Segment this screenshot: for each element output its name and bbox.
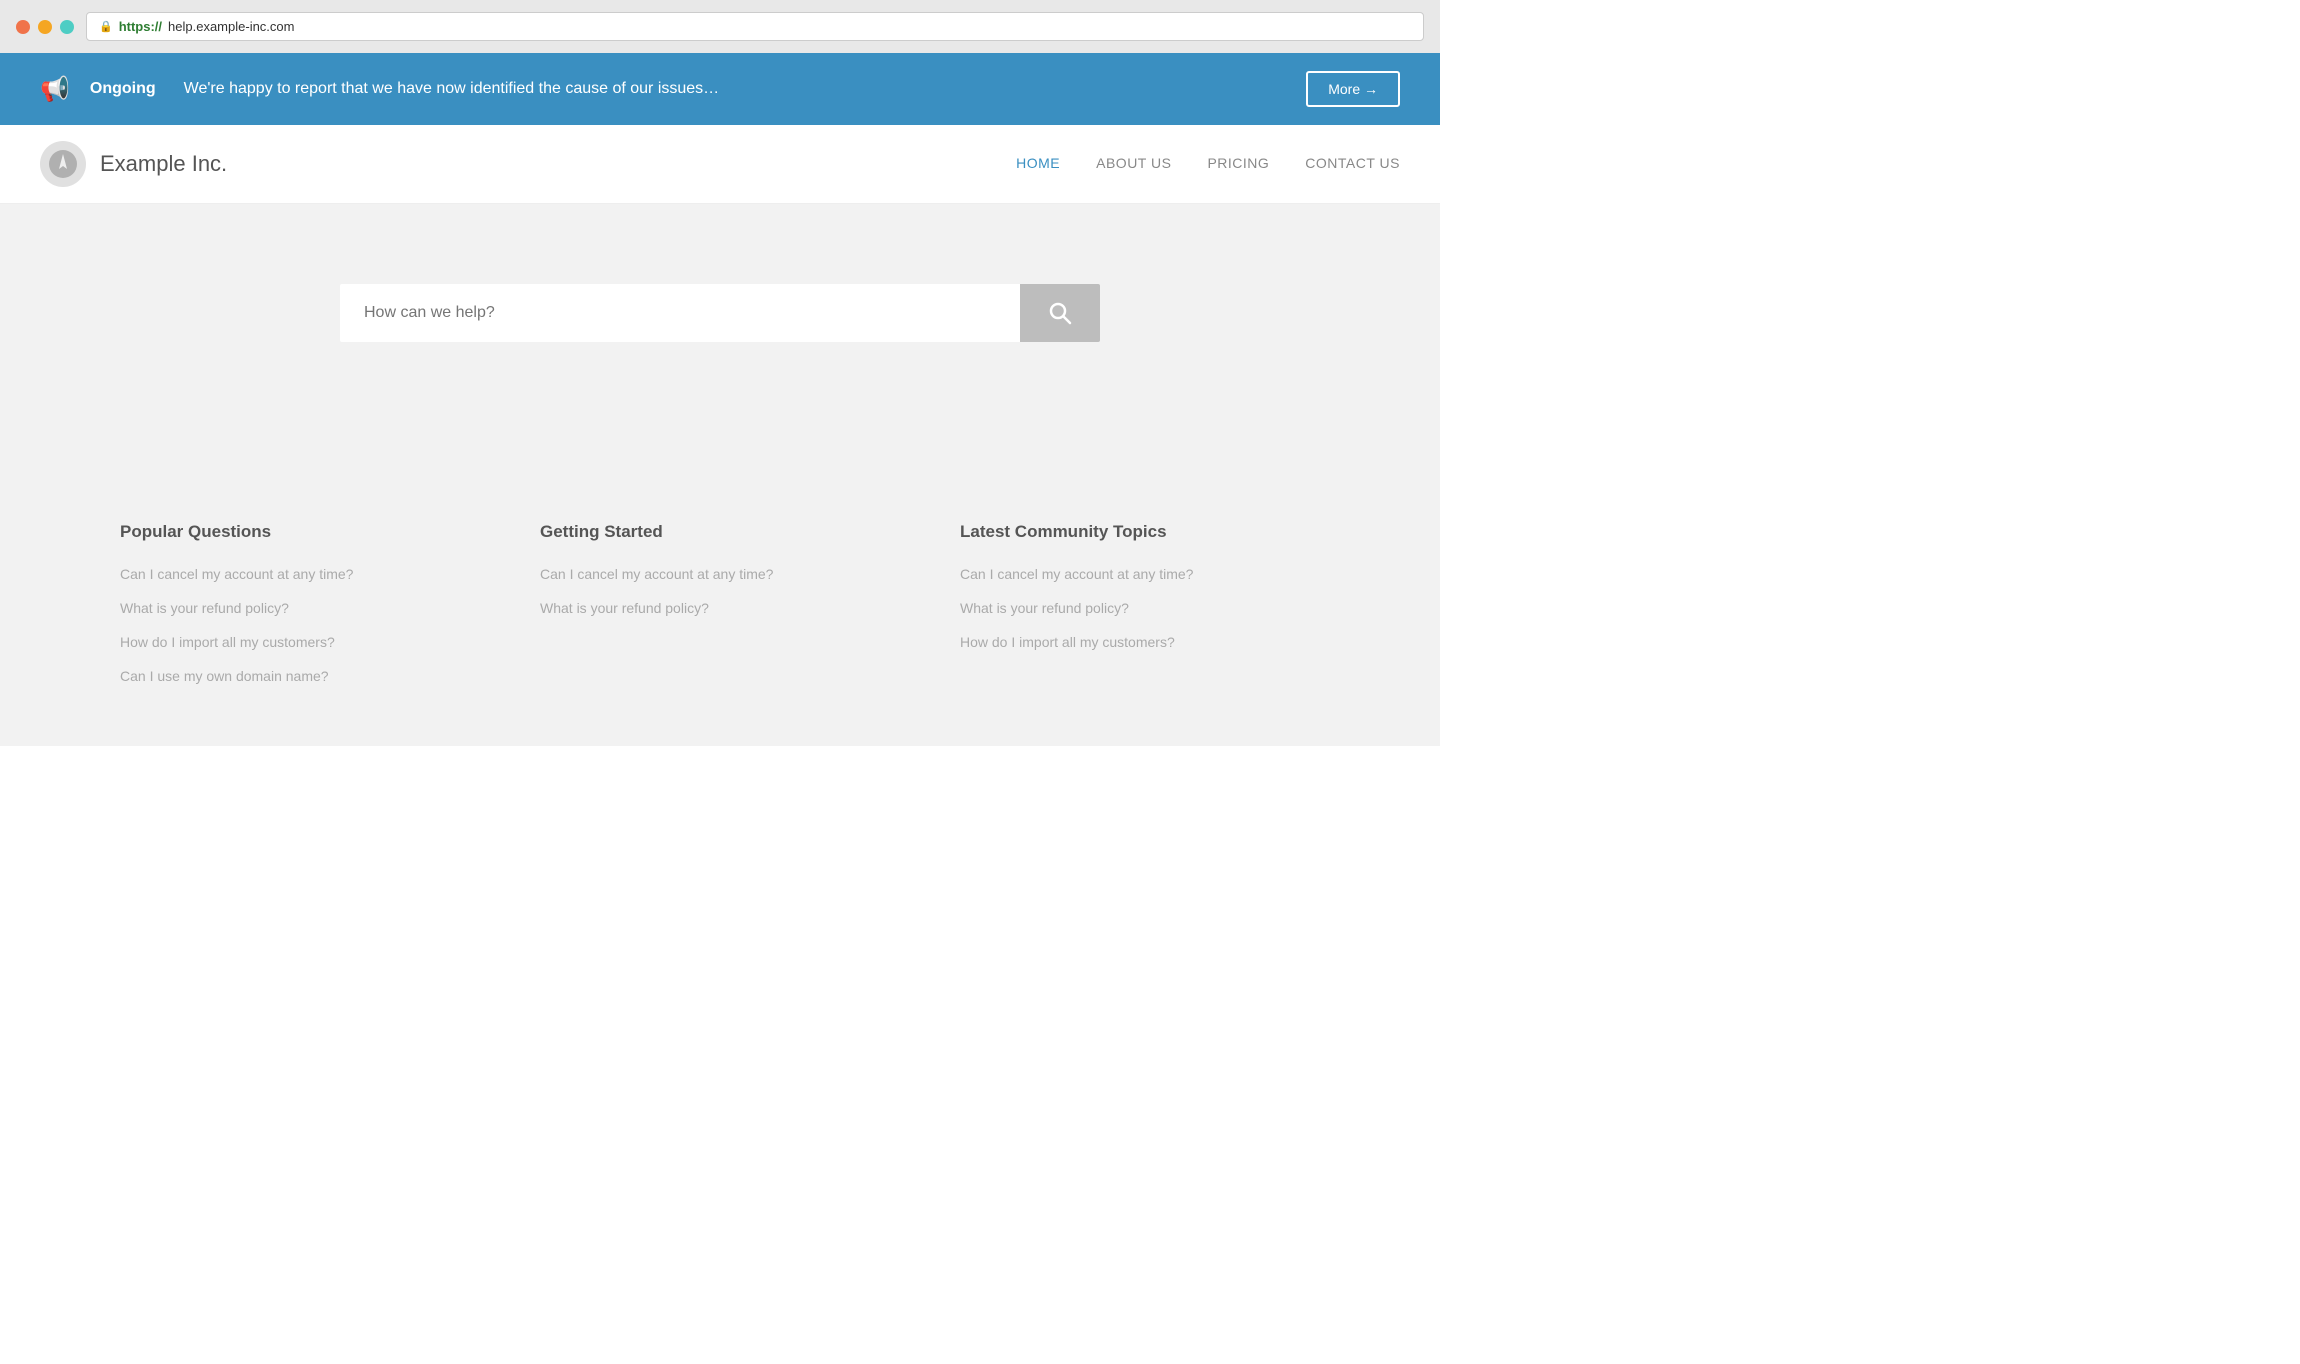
link[interactable]: Can I cancel my account at any time? [540, 566, 773, 582]
link[interactable]: Can I use my own domain name? [120, 668, 329, 684]
banner-ongoing-label: Ongoing [90, 80, 156, 98]
list-item[interactable]: Can I cancel my account at any time? [960, 566, 1320, 584]
search-icon [1048, 301, 1072, 325]
link[interactable]: Can I cancel my account at any time? [120, 566, 353, 582]
navbar: Example Inc. HOME ABOUT US PRICING CONTA… [0, 125, 1440, 204]
megaphone-icon: 📢 [40, 75, 70, 104]
nav-item-contact[interactable]: CONTACT US [1305, 155, 1400, 173]
lock-icon: 🔒 [99, 20, 113, 33]
popular-questions-column: Popular Questions Can I cancel my accoun… [120, 522, 480, 686]
search-input[interactable] [340, 284, 1020, 342]
hero-section [0, 204, 1440, 462]
community-topics-links: Can I cancel my account at any time? Wha… [960, 566, 1320, 652]
nav-item-about[interactable]: ABOUT US [1096, 155, 1171, 173]
getting-started-column: Getting Started Can I cancel my account … [540, 522, 900, 686]
nav-link-pricing[interactable]: PRICING [1207, 155, 1269, 171]
brand-name: Example Inc. [100, 151, 227, 177]
banner-more-button[interactable]: More → [1306, 71, 1400, 107]
dot-yellow [38, 20, 52, 34]
list-item[interactable]: How do I import all my customers? [120, 634, 480, 652]
nav-links: HOME ABOUT US PRICING CONTACT US [1016, 155, 1400, 173]
community-topics-title: Latest Community Topics [960, 522, 1320, 542]
list-item[interactable]: How do I import all my customers? [960, 634, 1320, 652]
nav-link-about[interactable]: ABOUT US [1096, 155, 1171, 171]
link[interactable]: How do I import all my customers? [960, 634, 1175, 650]
popular-questions-links: Can I cancel my account at any time? Wha… [120, 566, 480, 686]
url-rest: help.example-inc.com [168, 19, 294, 34]
link[interactable]: What is your refund policy? [540, 600, 709, 616]
list-item[interactable]: Can I cancel my account at any time? [120, 566, 480, 584]
getting-started-title: Getting Started [540, 522, 900, 542]
link[interactable]: What is your refund policy? [960, 600, 1129, 616]
link[interactable]: What is your refund policy? [120, 600, 289, 616]
address-bar[interactable]: 🔒 https:// help.example-inc.com [86, 12, 1424, 41]
community-topics-column: Latest Community Topics Can I cancel my … [960, 522, 1320, 686]
browser-dots [16, 20, 74, 34]
popular-questions-title: Popular Questions [120, 522, 480, 542]
announcement-banner: 📢 Ongoing We're happy to report that we … [0, 53, 1440, 125]
list-item[interactable]: What is your refund policy? [960, 600, 1320, 618]
dot-red [16, 20, 30, 34]
nav-link-contact[interactable]: CONTACT US [1305, 155, 1400, 171]
getting-started-links: Can I cancel my account at any time? Wha… [540, 566, 900, 618]
nav-item-home[interactable]: HOME [1016, 155, 1060, 173]
nav-item-pricing[interactable]: PRICING [1207, 155, 1269, 173]
url-https: https:// [119, 19, 162, 34]
list-item[interactable]: Can I cancel my account at any time? [540, 566, 900, 584]
list-item[interactable]: What is your refund policy? [120, 600, 480, 618]
browser-chrome: 🔒 https:// help.example-inc.com [0, 0, 1440, 53]
content-section: Popular Questions Can I cancel my accoun… [0, 462, 1440, 746]
content-columns: Popular Questions Can I cancel my accoun… [120, 522, 1320, 686]
nav-link-home[interactable]: HOME [1016, 155, 1060, 171]
link[interactable]: Can I cancel my account at any time? [960, 566, 1193, 582]
link[interactable]: How do I import all my customers? [120, 634, 335, 650]
brand: Example Inc. [40, 141, 227, 187]
search-button[interactable] [1020, 284, 1100, 342]
list-item[interactable]: Can I use my own domain name? [120, 668, 480, 686]
dot-green [60, 20, 74, 34]
banner-message: We're happy to report that we have now i… [184, 80, 1287, 98]
list-item[interactable]: What is your refund policy? [540, 600, 900, 618]
brand-logo [40, 141, 86, 187]
search-container [340, 284, 1100, 342]
